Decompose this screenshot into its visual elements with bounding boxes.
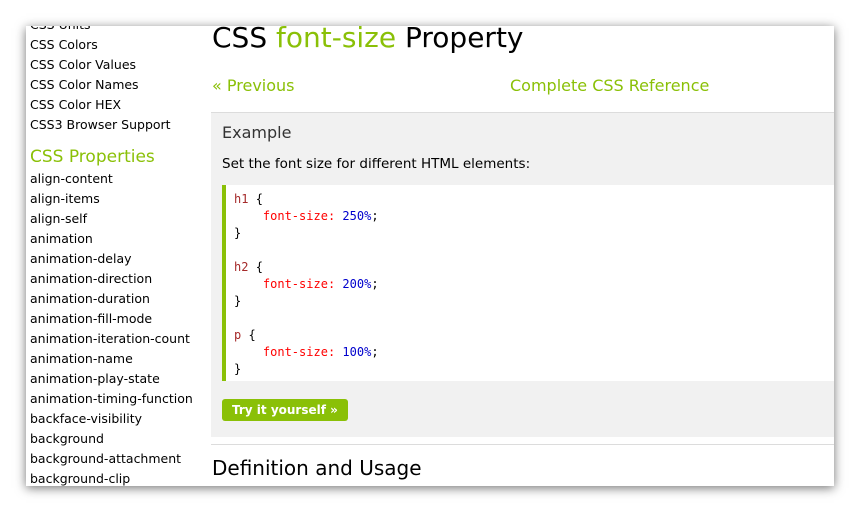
code-line: font-size: 100%; xyxy=(262,345,379,359)
page-title-prefix: CSS xyxy=(212,26,276,54)
sidebar-item-background-attachment[interactable]: background-attachment xyxy=(26,449,206,469)
example-description: Set the font size for different HTML ele… xyxy=(222,156,531,172)
sidebar: CSS Units CSS Colors CSS Color Values CS… xyxy=(26,26,206,486)
code-line: } xyxy=(234,225,834,242)
section-divider xyxy=(211,444,834,445)
sidebar-item-animation[interactable]: animation xyxy=(26,229,206,249)
sidebar-item-animation-direction[interactable]: animation-direction xyxy=(26,269,206,289)
code-line: font-size: 200%; xyxy=(262,277,379,291)
try-it-yourself-button[interactable]: Try it yourself » xyxy=(222,399,348,421)
sidebar-item-animation-fill-mode[interactable]: animation-fill-mode xyxy=(26,309,206,329)
sidebar-item-animation-delay[interactable]: animation-delay xyxy=(26,249,206,269)
code-value: 250% xyxy=(342,209,372,223)
sidebar-link-css-color-values[interactable]: CSS Color Values xyxy=(26,55,206,75)
code-selector: h2 xyxy=(234,260,249,274)
code-property: font-size xyxy=(262,277,328,291)
sidebar-item-align-self[interactable]: align-self xyxy=(26,209,206,229)
example-box: Example Set the font size for different … xyxy=(211,112,834,437)
sidebar-item-align-content[interactable]: align-content xyxy=(26,169,206,189)
sidebar-item-animation-name[interactable]: animation-name xyxy=(26,349,206,369)
code-open-brace: { xyxy=(255,260,263,274)
sidebar-item-animation-duration[interactable]: animation-duration xyxy=(26,289,206,309)
sidebar-item-align-items[interactable]: align-items xyxy=(26,189,206,209)
sidebar-item-animation-play-state[interactable]: animation-play-state xyxy=(26,369,206,389)
code-line: h2 { xyxy=(234,259,834,276)
previous-link[interactable]: « Previous xyxy=(212,76,295,95)
sidebar-item-animation-iteration-count[interactable]: animation-iteration-count xyxy=(26,329,206,349)
code-close-brace: } xyxy=(234,294,242,308)
complete-css-reference-link[interactable]: Complete CSS Reference xyxy=(510,76,709,95)
code-line: font-size: 250%; xyxy=(262,209,379,223)
sidebar-item-background-clip[interactable]: background-clip xyxy=(26,469,206,486)
sidebar-link-css-color-hex[interactable]: CSS Color HEX xyxy=(26,95,206,115)
code-open-brace: { xyxy=(255,192,263,206)
code-open-brace: { xyxy=(248,328,256,342)
code-selector: p xyxy=(234,328,242,342)
page-title: CSS font-size Property xyxy=(212,26,524,54)
page-title-keyword: font-size xyxy=(276,26,397,54)
code-property: font-size xyxy=(262,209,328,223)
sidebar-link-css3-browser-support[interactable]: CSS3 Browser Support xyxy=(26,115,206,135)
page-title-suffix: Property xyxy=(396,26,524,54)
sidebar-link-css-colors[interactable]: CSS Colors xyxy=(26,35,206,55)
code-block: h1 { font-size: 250%; } h2 { font-size: … xyxy=(222,185,834,381)
sidebar-heading-css-properties: CSS Properties xyxy=(30,147,155,167)
code-value: 200% xyxy=(342,277,372,291)
sidebar-link-css-color-names[interactable]: CSS Color Names xyxy=(26,75,206,95)
code-line: p { xyxy=(234,327,834,344)
code-close-brace: } xyxy=(234,362,242,376)
code-line: h1 { xyxy=(234,191,834,208)
sidebar-item-backface-visibility[interactable]: backface-visibility xyxy=(26,409,206,429)
example-heading: Example xyxy=(222,123,292,142)
code-line: } xyxy=(234,293,834,310)
sidebar-item-animation-timing-function[interactable]: animation-timing-function xyxy=(26,389,206,409)
code-selector: h1 xyxy=(234,192,249,206)
browser-window: CSS Units CSS Colors CSS Color Values CS… xyxy=(26,26,834,486)
sidebar-link-css-units[interactable]: CSS Units xyxy=(26,26,206,35)
sidebar-item-background[interactable]: background xyxy=(26,429,206,449)
code-value: 100% xyxy=(342,345,372,359)
code-close-brace: } xyxy=(234,226,242,240)
code-line: } xyxy=(234,361,834,378)
code-property: font-size xyxy=(262,345,328,359)
main-content: CSS font-size Property « Previous Comple… xyxy=(211,26,834,486)
section-title-definition-and-usage: Definition and Usage xyxy=(212,456,422,480)
